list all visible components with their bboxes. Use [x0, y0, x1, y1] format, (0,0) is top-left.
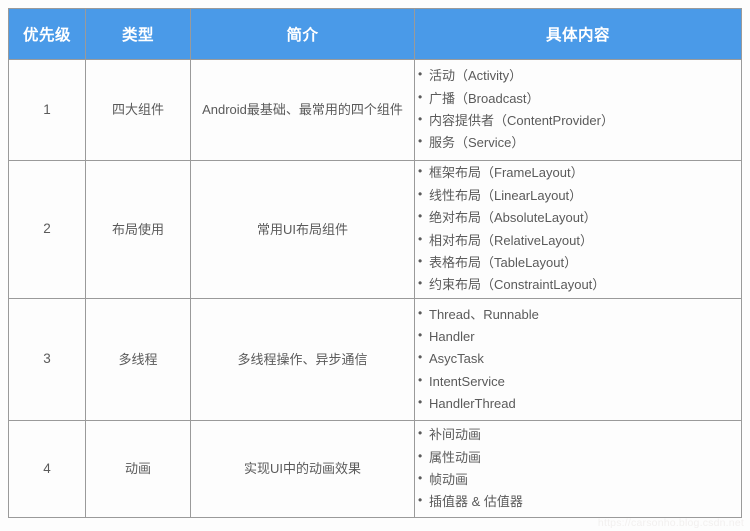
list-item: 补间动画	[418, 423, 741, 446]
list-item: 活动（Activity）	[418, 64, 741, 87]
cell-detail: 补间动画 属性动画 帧动画 插值器 & 估值器	[414, 420, 742, 518]
list-item: 广播（Broadcast）	[418, 87, 741, 110]
list-item: 约束布局（ConstraintLayout）	[418, 273, 741, 296]
list-item: 插值器 & 估值器	[418, 490, 741, 513]
list-item: 表格布局（TableLayout）	[418, 251, 741, 274]
list-item: 绝对布局（AbsoluteLayout）	[418, 206, 741, 229]
table-row: 4 动画 实现UI中的动画效果 补间动画 属性动画 帧动画 插值器 & 估值器	[8, 420, 742, 518]
cell-priority: 1	[8, 59, 86, 161]
page-root: 优先级 类型 简介 具体内容 1 四大组件 Android最基础、最常用的四个组…	[0, 0, 750, 531]
detail-list: 框架布局（FrameLayout） 线性布局（LinearLayout） 绝对布…	[415, 161, 741, 296]
table-row: 3 多线程 多线程操作、异步通信 Thread、Runnable Handler…	[8, 298, 742, 421]
table-body: 1 四大组件 Android最基础、最常用的四个组件 活动（Activity） …	[8, 59, 742, 518]
cell-priority: 4	[8, 420, 86, 518]
list-item: 框架布局（FrameLayout）	[418, 161, 741, 184]
android-knowledge-table: 优先级 类型 简介 具体内容 1 四大组件 Android最基础、最常用的四个组…	[8, 8, 742, 518]
table-header-row: 优先级 类型 简介 具体内容	[8, 8, 742, 60]
detail-list: Thread、Runnable Handler AsycTask IntentS…	[415, 303, 741, 416]
table-row: 2 布局使用 常用UI布局组件 框架布局（FrameLayout） 线性布局（L…	[8, 160, 742, 299]
list-item: HandlerThread	[418, 392, 741, 415]
cell-priority: 2	[8, 160, 86, 299]
list-item: IntentService	[418, 370, 741, 393]
detail-list: 活动（Activity） 广播（Broadcast） 内容提供者（Content…	[415, 64, 741, 154]
list-item: 线性布局（LinearLayout）	[418, 184, 741, 207]
list-item: 帧动画	[418, 468, 741, 491]
cell-detail: 活动（Activity） 广播（Broadcast） 内容提供者（Content…	[414, 59, 742, 161]
list-item: 属性动画	[418, 446, 741, 469]
table-row: 1 四大组件 Android最基础、最常用的四个组件 活动（Activity） …	[8, 59, 742, 161]
spec-table-container: 优先级 类型 简介 具体内容 1 四大组件 Android最基础、最常用的四个组…	[8, 8, 742, 518]
list-item: AsycTask	[418, 347, 741, 370]
list-item: Handler	[418, 325, 741, 348]
list-item: Thread、Runnable	[418, 303, 741, 326]
cell-intro: Android最基础、最常用的四个组件	[190, 59, 415, 161]
column-header-priority: 优先级	[8, 8, 86, 60]
table-header: 优先级 类型 简介 具体内容	[8, 8, 742, 60]
detail-list: 补间动画 属性动画 帧动画 插值器 & 估值器	[415, 423, 741, 513]
cell-intro: 常用UI布局组件	[190, 160, 415, 299]
cell-type: 四大组件	[85, 59, 191, 161]
cell-intro: 多线程操作、异步通信	[190, 298, 415, 421]
list-item: 内容提供者（ContentProvider）	[418, 109, 741, 132]
list-item: 服务（Service）	[418, 131, 741, 154]
cell-type: 动画	[85, 420, 191, 518]
cell-intro: 实现UI中的动画效果	[190, 420, 415, 518]
cell-detail: 框架布局（FrameLayout） 线性布局（LinearLayout） 绝对布…	[414, 160, 742, 299]
column-header-type: 类型	[85, 8, 191, 60]
list-item: 相对布局（RelativeLayout）	[418, 228, 741, 252]
watermark-text: https://carsonho.blog.csdn.net	[597, 517, 744, 529]
cell-priority: 3	[8, 298, 86, 421]
cell-detail: Thread、Runnable Handler AsycTask IntentS…	[414, 298, 742, 421]
column-header-intro: 简介	[190, 8, 415, 60]
column-header-detail: 具体内容	[414, 8, 742, 60]
cell-type: 多线程	[85, 298, 191, 421]
cell-type: 布局使用	[85, 160, 191, 299]
